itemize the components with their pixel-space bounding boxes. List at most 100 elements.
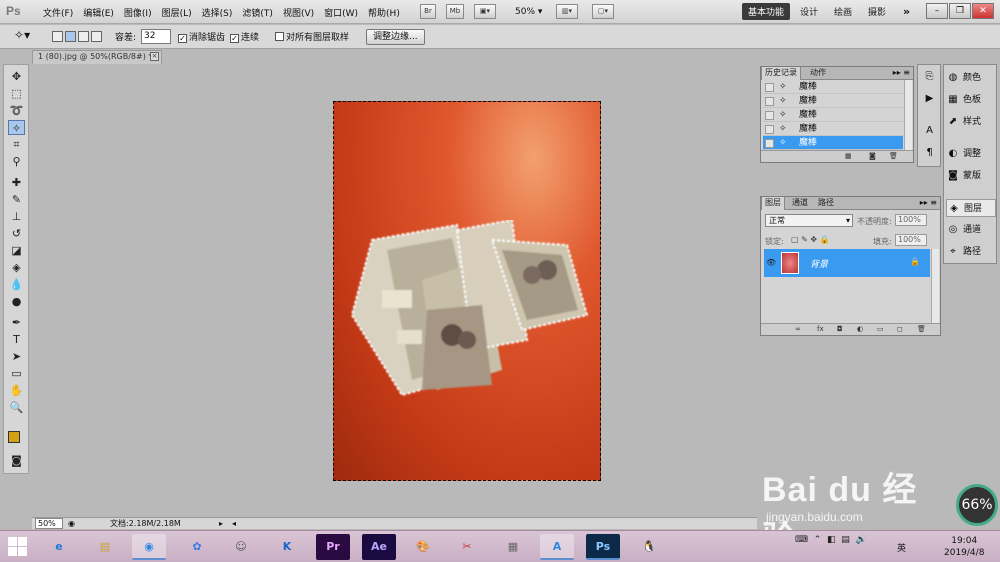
magic-wand-tool-icon[interactable]: ✧ (8, 120, 25, 135)
taskbar-paint-icon[interactable]: 🎨 (406, 534, 440, 560)
hand-tool-icon[interactable]: ✋ (8, 383, 25, 398)
character-panel-icon[interactable]: A (921, 123, 938, 138)
layer-row-background[interactable]: 👁 背景 🔒 (764, 249, 930, 277)
workspace-painting[interactable]: 绘画 (828, 3, 858, 20)
menu-image[interactable]: 图像(I) (119, 6, 157, 19)
actions-panel-icon[interactable]: ▶ (921, 91, 938, 106)
history-row[interactable]: ✧ 魔棒 (763, 122, 903, 136)
scroll-left-icon[interactable]: ◂ (232, 518, 236, 529)
tool-preset-picker[interactable]: ✧▾ (14, 28, 30, 42)
brush-tool-icon[interactable]: ✎ (8, 192, 25, 207)
history-snapshot-box[interactable] (765, 139, 774, 148)
history-panel-icon[interactable]: ⎘ (921, 69, 938, 84)
history-snapshot-box[interactable] (765, 125, 774, 134)
quick-mask-icon[interactable]: ◙ (8, 453, 25, 468)
history-snapshot-box[interactable] (765, 97, 774, 106)
layers-panel-menu-icon[interactable]: ▸▸ ≡ (920, 198, 937, 207)
contiguous-checkbox[interactable]: ✓ 连续 (230, 30, 259, 43)
new-snapshot-icon[interactable]: ◙ (869, 152, 876, 160)
adjustment-layer-icon[interactable]: ◐ (857, 325, 863, 333)
move-tool-icon[interactable]: ✥ (8, 69, 25, 84)
path-selection-tool-icon[interactable]: ➤ (8, 349, 25, 364)
type-tool-icon[interactable]: T (8, 332, 25, 347)
lasso-tool-icon[interactable]: ➰ (8, 103, 25, 118)
shape-tool-icon[interactable]: ▭ (8, 366, 25, 381)
crop-tool-icon[interactable]: ⌗ (8, 137, 25, 152)
eye-icon[interactable]: 👁 (766, 258, 776, 267)
tolerance-input[interactable]: 32 (141, 29, 171, 44)
history-snapshot-box[interactable] (765, 83, 774, 92)
tab-actions[interactable]: 动作 (807, 67, 829, 80)
workspace-essentials[interactable]: 基本功能 (742, 3, 791, 20)
taskbar-explorer-icon[interactable]: ▤ (88, 534, 122, 560)
taskbar-calculator-icon[interactable]: ▦ (496, 534, 530, 560)
tab-channels[interactable]: 通道 (789, 197, 811, 210)
taskbar-qq-icon[interactable]: 🐧 (632, 534, 666, 560)
clone-stamp-tool-icon[interactable]: ⊥ (8, 209, 25, 224)
taskbar-browser-icon[interactable]: ◉ (132, 534, 166, 560)
status-zoom-input[interactable]: 50% (35, 518, 63, 529)
blend-mode-select[interactable]: 正常 ▾ (765, 214, 853, 227)
layer-style-icon[interactable]: fx (817, 325, 824, 333)
intersect-selection-icon[interactable] (91, 31, 102, 42)
minibridge-button[interactable]: Mb (446, 4, 464, 19)
tray-network-icon[interactable]: ▤ (841, 535, 850, 545)
history-row[interactable]: ✧ 魔棒 (763, 108, 903, 122)
volume-icon[interactable]: 🔊 (856, 535, 867, 545)
status-info-icon[interactable]: ◉ (68, 518, 75, 529)
taskbar-clock[interactable]: 19:04 2019/4/8 (944, 535, 984, 559)
input-method-indicator[interactable]: 英 (897, 541, 906, 554)
workspace-photography[interactable]: 摄影 (862, 3, 892, 20)
menu-file[interactable]: 文件(F) (38, 6, 78, 19)
antialias-checkbox[interactable]: ✓ 消除锯齿 (178, 30, 225, 43)
taskbar-premiere-icon[interactable]: Pr (316, 534, 350, 560)
dock-layers[interactable]: ◈ 图层 (946, 199, 996, 217)
tray-expand-icon[interactable]: ⌃ (814, 535, 822, 545)
history-snapshot-box[interactable] (765, 111, 774, 120)
screen-mode-button[interactable]: ▢▾ (592, 4, 614, 19)
history-panel-menu-icon[interactable]: ▸▸ ≡ (893, 68, 910, 77)
fill-input[interactable]: 100% (895, 234, 927, 246)
minimize-button[interactable]: – (926, 3, 948, 19)
tab-layers[interactable]: 图层 (761, 197, 785, 210)
close-button[interactable]: ✕ (972, 3, 994, 19)
new-document-from-state-icon[interactable]: ▦ (845, 152, 852, 160)
menu-layer[interactable]: 图层(L) (157, 6, 197, 19)
history-row-active[interactable]: ✧ 魔棒 (763, 136, 903, 150)
delete-layer-icon[interactable]: 🗑 (917, 325, 926, 333)
dock-swatches[interactable]: ▦ 色板 (946, 91, 996, 109)
menu-window[interactable]: 窗口(W) (319, 6, 363, 19)
close-document-icon[interactable]: × (150, 52, 159, 61)
refine-edge-button[interactable]: 调整边缘... (366, 29, 425, 45)
history-scrollbar[interactable] (904, 80, 912, 151)
new-selection-icon[interactable] (52, 31, 63, 42)
add-to-selection-icon[interactable] (65, 31, 76, 42)
menu-view[interactable]: 视图(V) (278, 6, 319, 19)
dock-masks[interactable]: ◙ 蒙版 (946, 167, 996, 185)
dock-color[interactable]: ◍ 颜色 (946, 69, 996, 87)
dock-channels[interactable]: ◎ 通道 (946, 221, 996, 239)
taskbar-after-effects-icon[interactable]: Ae (362, 534, 396, 560)
zoom-tool-icon[interactable]: 🔍 (8, 400, 25, 415)
performance-gauge[interactable]: 66% (956, 484, 998, 526)
marquee-tool-icon[interactable]: ⬚ (8, 86, 25, 101)
dock-paths[interactable]: ⌖ 路径 (946, 243, 996, 261)
taskbar-snipping-icon[interactable]: ✂ (450, 534, 484, 560)
taskbar-photoshop-icon[interactable]: Ps (586, 534, 620, 560)
history-row[interactable]: ✧ 魔棒 (763, 80, 903, 94)
tray-app-icon[interactable]: ◧ (827, 535, 836, 545)
dock-adjustments[interactable]: ◐ 调整 (946, 145, 996, 163)
taskbar-kugou-icon[interactable]: K (270, 534, 304, 560)
link-layers-icon[interactable]: ∞ (795, 325, 801, 333)
tab-paths[interactable]: 路径 (815, 197, 837, 210)
blur-tool-icon[interactable]: 💧 (8, 277, 25, 292)
opacity-input[interactable]: 100% (895, 214, 927, 226)
workspace-design[interactable]: 设计 (794, 3, 824, 20)
menu-filter[interactable]: 滤镜(T) (237, 6, 278, 19)
dock-styles[interactable]: ⬈ 样式 (946, 113, 996, 131)
dodge-tool-icon[interactable]: ● (8, 294, 25, 309)
paragraph-panel-icon[interactable]: ¶ (921, 145, 938, 160)
eyedropper-tool-icon[interactable]: ⚲ (8, 154, 25, 169)
keyboard-icon[interactable]: ⌨ (795, 535, 808, 545)
zoom-level-dropdown[interactable]: 50% ▾ (515, 7, 542, 17)
